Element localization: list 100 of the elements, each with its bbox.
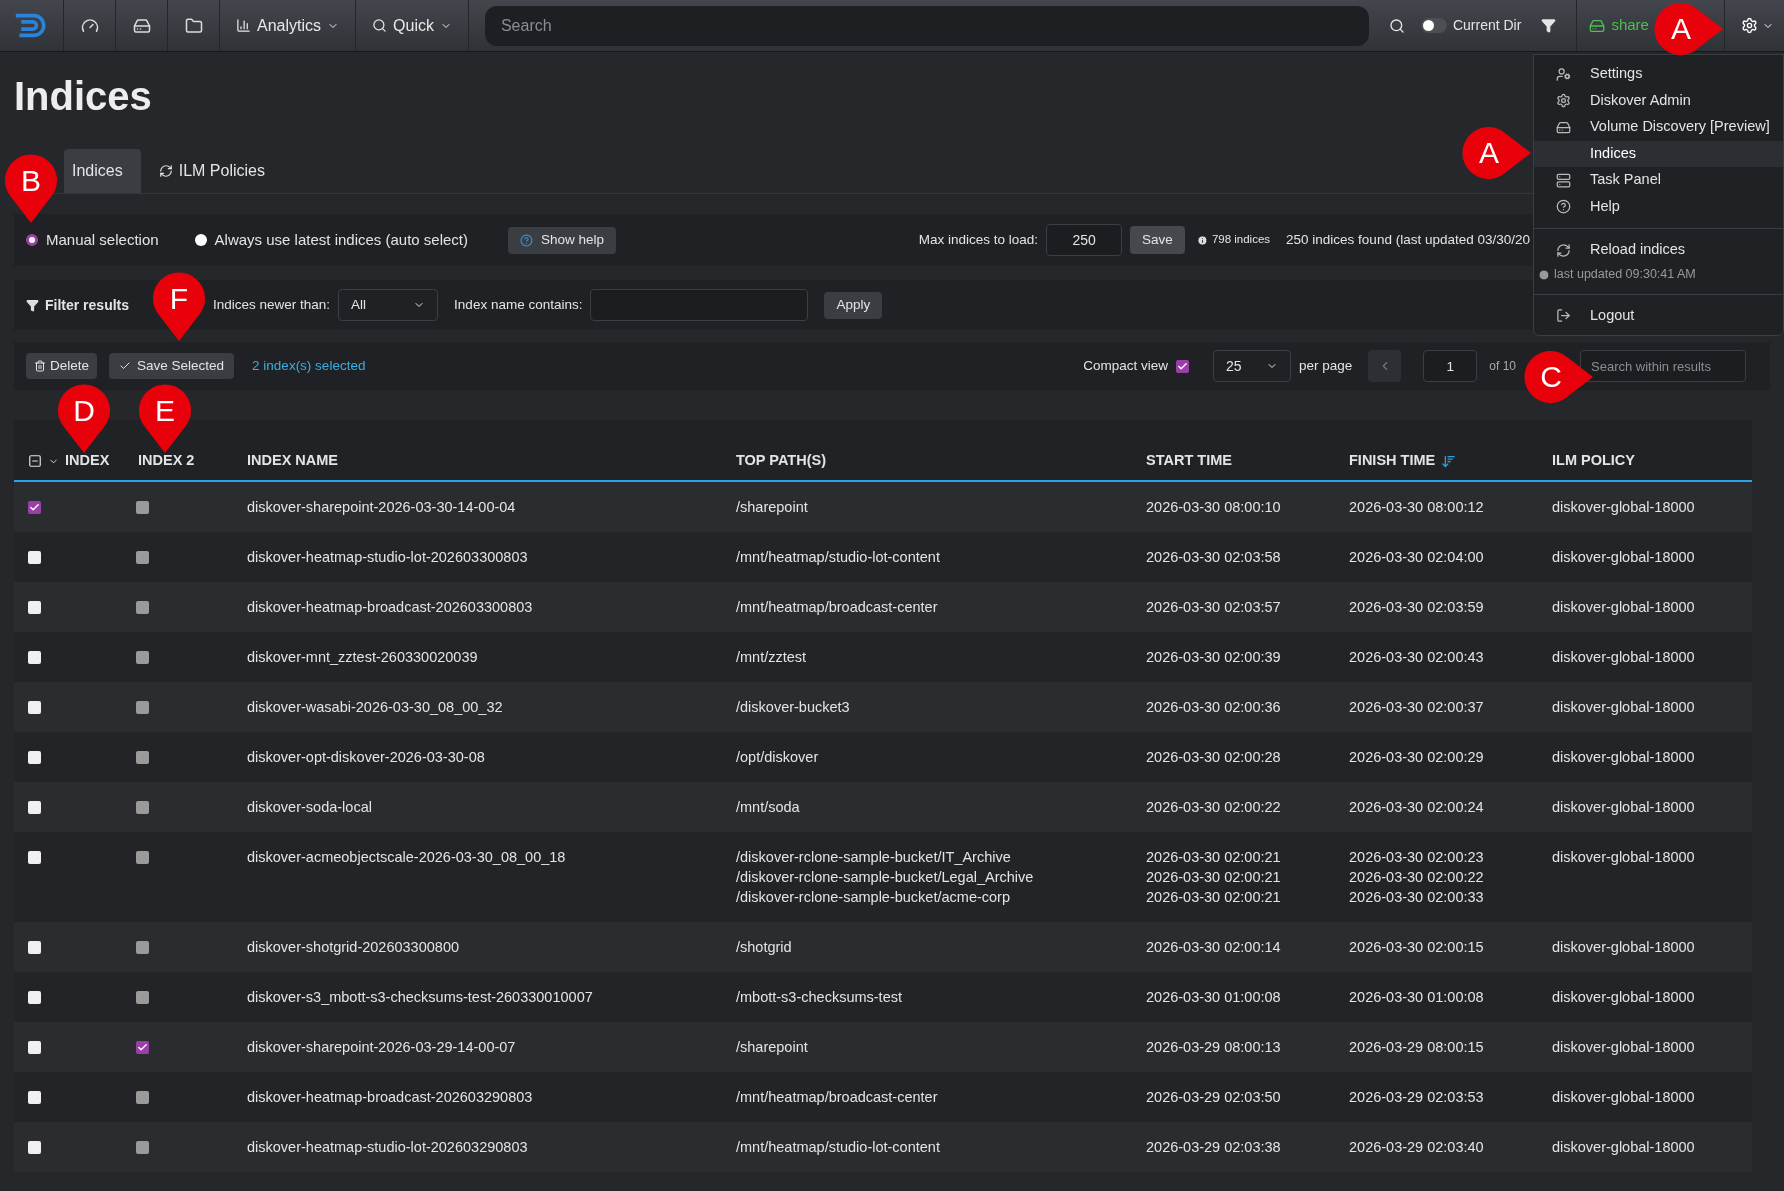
checkbox[interactable] [28,941,41,954]
checkbox[interactable] [28,601,41,614]
checkbox[interactable] [136,941,149,954]
checkbox[interactable] [136,991,149,1004]
radio-button[interactable] [194,234,207,246]
drive-icon [1556,119,1571,135]
gear-icon [1556,93,1571,109]
folder-icon[interactable] [184,16,203,35]
checkbox[interactable] [28,551,41,564]
filter-icon[interactable] [1541,18,1557,33]
checkbox[interactable] [136,501,149,514]
menu-item[interactable]: Diskover Admin [1534,87,1783,114]
trash-icon [34,360,46,372]
save-button[interactable]: Save [1130,226,1185,254]
checkbox[interactable] [28,1041,41,1054]
checkbox[interactable] [136,651,149,664]
menu-item[interactable]: Reload indices [1534,237,1783,264]
checkbox[interactable] [136,1141,149,1154]
checkbox[interactable] [136,601,149,614]
nav-menu[interactable]: Quick [356,0,469,51]
table-cell: diskover-global-18000 [1552,699,1695,715]
table-cell-text: 2026-03-30 02:00:36 [1146,698,1282,717]
column-header[interactable]: ILM POLICY [1552,450,1635,472]
checkbox[interactable] [28,701,41,714]
check-icon [119,360,132,372]
column-header[interactable]: FINISH TIME [1349,450,1436,472]
table-cell-text: /diskover-rclone-sample-bucket/acme-corp [736,888,1011,907]
share-link[interactable]: share [1611,14,1649,37]
sort-icon[interactable] [1441,453,1457,469]
tab[interactable]: Indices [64,149,141,193]
select-all-icon[interactable] [28,454,42,469]
annotation-marker: A [1460,124,1532,182]
total-count: 798 indices [1211,232,1271,248]
checkbox[interactable] [28,991,41,1004]
table-cell-text: /opt/diskover [736,748,820,767]
table-cell-text: 2026-03-29 02:03:50 [1146,1088,1282,1107]
gauge-icon[interactable] [80,16,99,35]
table-cell-text: 2026-03-29 02:03:38 [1146,1138,1282,1157]
apply-button[interactable]: Apply [824,291,883,319]
table-cell-text: 2026-03-30 02:00:24 [1349,798,1485,817]
column-header[interactable]: TOP PATH(S) [736,450,826,472]
checkbox[interactable] [136,751,149,764]
logout-icon [1556,308,1571,324]
table-cell-text: 2026-03-29 02:03:40 [1349,1138,1485,1157]
checkbox[interactable] [136,1091,149,1104]
table-cell-text: 2026-03-30 02:03:59 [1349,598,1485,617]
checkbox[interactable] [28,501,41,514]
checkbox[interactable] [136,701,149,714]
save-selected-button[interactable]: Save Selected [109,353,235,379]
table-cell-text: 2026-03-30 02:00:22 [1146,798,1282,817]
per-page-label: per page [1299,356,1353,375]
date-select[interactable]: All [338,289,439,321]
table-cell-text: 2026-03-30 02:00:43 [1349,648,1485,667]
checkbox[interactable] [136,851,149,864]
checkbox[interactable] [28,751,41,764]
menu-item[interactable]: Settings [1534,61,1783,88]
nav-menu[interactable]: Analytics [220,0,357,51]
table-cell: diskover-global-18000 [1552,1089,1695,1105]
checkbox[interactable] [136,1041,149,1054]
table-cell-text: /diskover-bucket3 [736,698,851,717]
checkbox[interactable] [136,551,149,564]
help-icon [520,233,534,247]
search-icon [372,18,388,33]
checkbox[interactable] [28,1141,41,1154]
column-header[interactable]: START TIME [1146,450,1232,472]
help-button[interactable]: Show help [508,226,617,254]
delete-button[interactable]: Delete [26,353,98,379]
checkbox[interactable] [136,801,149,814]
checkbox[interactable] [28,801,41,814]
settings-icon[interactable] [1741,17,1758,34]
per-page-select[interactable]: 25 [1213,350,1291,382]
radio-button[interactable] [26,234,38,246]
checkbox[interactable] [28,651,41,664]
table-cell-text: /mnt/heatmap/broadcast-center [736,598,939,617]
search-icon[interactable] [1388,17,1405,34]
menu-item[interactable]: Logout [1534,302,1783,329]
checkbox[interactable] [28,851,41,864]
table-cell-text: 2026-03-30 02:00:37 [1349,698,1485,717]
menu-item[interactable]: Indices [1534,140,1783,167]
menu-item[interactable]: Help [1534,193,1783,220]
table-cell: diskover-global-18000 [1552,599,1695,615]
radio-label: Manual selection [46,229,159,250]
toggle-switch[interactable] [1420,18,1447,33]
search-field[interactable]: Search [484,5,1369,46]
drive-icon[interactable] [132,16,151,35]
previous-page-button[interactable] [1368,350,1402,382]
results-search-field[interactable]: Search within results [1580,350,1746,382]
column-header[interactable]: INDEX NAME [247,450,339,472]
checkbox[interactable] [1176,359,1189,373]
page-field[interactable]: 1 [1423,350,1478,382]
tab[interactable]: ILM Policies [140,149,283,193]
menu-item[interactable]: Volume Discovery [Preview] [1534,114,1783,141]
table-cell: diskover-heatmap-studio-lot-202603290803 [247,1139,528,1155]
menu-item[interactable]: Task Panel [1534,167,1783,194]
name-filter-field[interactable] [590,289,809,321]
checkbox[interactable] [28,1091,41,1104]
max-field[interactable]: 250 [1046,224,1123,256]
drive-icon [1589,17,1606,34]
table-cell-text: 2026-03-30 02:00:23 [1349,848,1485,867]
table-cell: diskover-global-18000 [1552,849,1695,865]
